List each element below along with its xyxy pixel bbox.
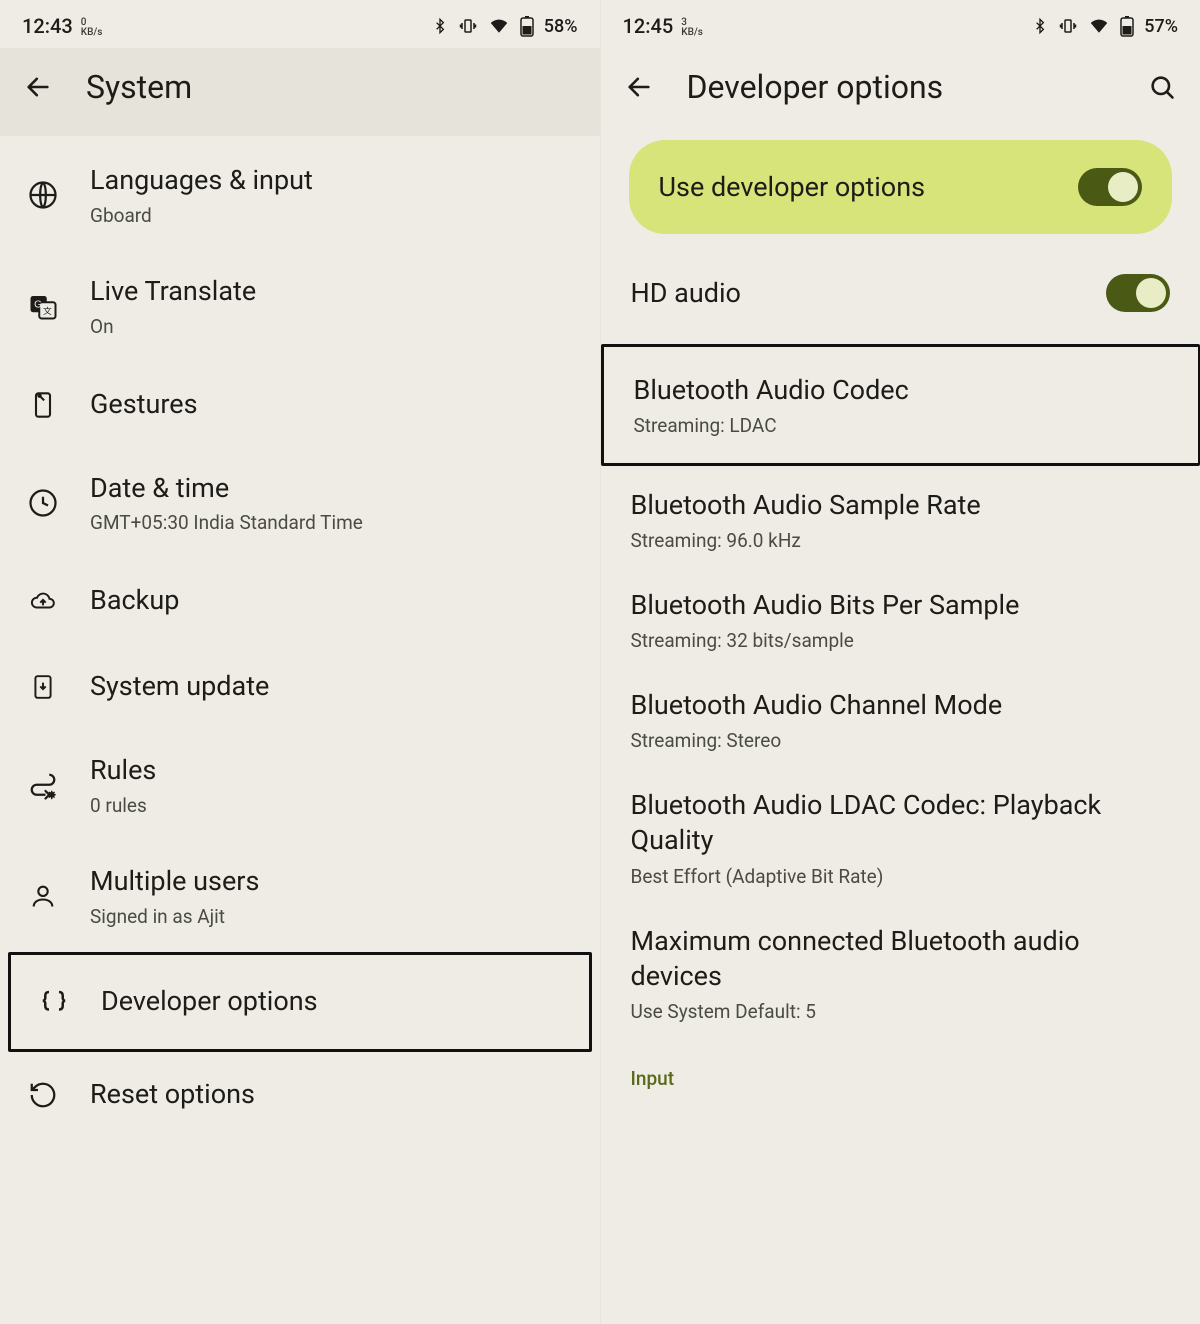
row-developer-options[interactable]: Developer options <box>11 955 589 1049</box>
row-sub: Streaming: Stereo <box>631 729 1171 752</box>
battery-percent: 58% <box>544 16 578 37</box>
row-title: Bluetooth Audio Bits Per Sample <box>631 588 1171 623</box>
row-sub: On <box>90 315 576 338</box>
rules-icon <box>24 767 62 805</box>
row-bluetooth-audio-codec[interactable]: Bluetooth Audio Codec Streaming: LDAC <box>604 347 1199 463</box>
row-title: Bluetooth Audio Codec <box>634 373 1169 408</box>
battery-icon <box>1120 15 1134 37</box>
use-developer-options-card[interactable]: Use developer options <box>629 140 1173 234</box>
row-title: Bluetooth Audio LDAC Codec: Playback Qua… <box>631 788 1171 858</box>
row-bluetooth-ldac-quality[interactable]: Bluetooth Audio LDAC Codec: Playback Qua… <box>601 770 1200 905</box>
app-bar: Developer options <box>601 48 1200 118</box>
row-title: Multiple users <box>90 865 576 899</box>
highlight-developer-options: Developer options <box>8 952 592 1052</box>
row-max-bt-devices[interactable]: Maximum connected Bluetooth audio device… <box>601 906 1200 1041</box>
row-sub: Streaming: 96.0 kHz <box>631 529 1171 552</box>
status-bar: 12:45 3 KB/s 57% <box>601 0 1200 48</box>
row-title: HD audio <box>631 277 741 309</box>
row-title: System update <box>90 670 576 704</box>
app-bar: System <box>0 48 600 136</box>
row-sub: GMT+05:30 India Standard Time <box>90 511 576 534</box>
vibrate-icon <box>1058 17 1078 35</box>
status-bar: 12:43 0 KB/s 58% <box>0 0 600 48</box>
section-label-input: Input <box>601 1041 1200 1098</box>
system-update-icon <box>24 668 62 706</box>
svg-text:G: G <box>34 299 42 310</box>
clock-text: 12:43 <box>22 14 73 38</box>
network-speed: 3 KB/s <box>681 18 703 38</box>
row-sub: 0 rules <box>90 794 576 817</box>
back-button[interactable] <box>621 69 657 105</box>
battery-percent: 57% <box>1144 16 1178 37</box>
svg-text:文: 文 <box>43 305 52 316</box>
row-title: Date & time <box>90 472 576 506</box>
bluetooth-icon <box>1032 16 1048 36</box>
row-title: Reset options <box>90 1078 576 1112</box>
row-reset-options[interactable]: Reset options <box>0 1052 600 1138</box>
row-gestures[interactable]: Gestures <box>0 362 600 448</box>
row-sub: Streaming: LDAC <box>634 414 1169 437</box>
row-title: Bluetooth Audio Sample Rate <box>631 488 1171 523</box>
back-button[interactable] <box>20 69 56 105</box>
page-title: Developer options <box>687 68 944 106</box>
row-hd-audio[interactable]: HD audio <box>601 256 1200 334</box>
row-bluetooth-sample-rate[interactable]: Bluetooth Audio Sample Rate Streaming: 9… <box>601 470 1200 570</box>
row-date-time[interactable]: Date & time GMT+05:30 India Standard Tim… <box>0 448 600 559</box>
row-system-update[interactable]: System update <box>0 644 600 730</box>
gestures-icon <box>24 386 62 424</box>
row-bluetooth-channel-mode[interactable]: Bluetooth Audio Channel Mode Streaming: … <box>601 670 1200 770</box>
system-list: Languages & input Gboard G文 Live Transla… <box>0 136 600 1142</box>
hd-audio-switch[interactable] <box>1106 274 1170 312</box>
row-title: Backup <box>90 584 576 618</box>
clock-icon <box>24 484 62 522</box>
row-title: Languages & input <box>90 164 576 198</box>
row-sub: Signed in as Ajit <box>90 905 576 928</box>
wifi-icon <box>1088 17 1110 35</box>
use-developer-options-switch[interactable] <box>1078 168 1142 206</box>
reset-icon <box>24 1076 62 1114</box>
clock-text: 12:45 <box>623 14 674 38</box>
toggle-label: Use developer options <box>659 171 926 203</box>
row-title: Live Translate <box>90 275 576 309</box>
row-languages-input[interactable]: Languages & input Gboard <box>0 140 600 251</box>
row-sub: Streaming: 32 bits/sample <box>631 629 1171 652</box>
row-live-translate[interactable]: G文 Live Translate On <box>0 251 600 362</box>
highlight-bluetooth-codec: Bluetooth Audio Codec Streaming: LDAC <box>601 344 1200 466</box>
vibrate-icon <box>458 17 478 35</box>
row-backup[interactable]: Backup <box>0 558 600 644</box>
network-speed: 0 KB/s <box>81 18 103 38</box>
row-multiple-users[interactable]: Multiple users Signed in as Ajit <box>0 841 600 952</box>
search-button[interactable] <box>1144 69 1180 105</box>
row-title: Developer options <box>101 985 565 1019</box>
translate-icon: G文 <box>24 287 62 325</box>
row-sub: Use System Default: 5 <box>631 1000 1171 1023</box>
battery-icon <box>520 15 534 37</box>
row-title: Gestures <box>90 388 576 422</box>
bluetooth-icon <box>432 16 448 36</box>
row-rules[interactable]: Rules 0 rules <box>0 730 600 841</box>
row-sub: Best Effort (Adaptive Bit Rate) <box>631 865 1171 888</box>
cloud-upload-icon <box>24 582 62 620</box>
page-title: System <box>86 68 192 106</box>
row-bluetooth-bits-per-sample[interactable]: Bluetooth Audio Bits Per Sample Streamin… <box>601 570 1200 670</box>
row-title: Rules <box>90 754 576 788</box>
system-settings-pane: 12:43 0 KB/s 58% System <box>0 0 601 1324</box>
user-icon <box>24 877 62 915</box>
row-title: Maximum connected Bluetooth audio device… <box>631 924 1171 994</box>
globe-icon <box>24 176 62 214</box>
braces-icon <box>35 983 73 1021</box>
row-sub: Gboard <box>90 204 576 227</box>
wifi-icon <box>488 17 510 35</box>
row-title: Bluetooth Audio Channel Mode <box>631 688 1171 723</box>
developer-options-pane: 12:45 3 KB/s 57% Developer op <box>601 0 1200 1324</box>
